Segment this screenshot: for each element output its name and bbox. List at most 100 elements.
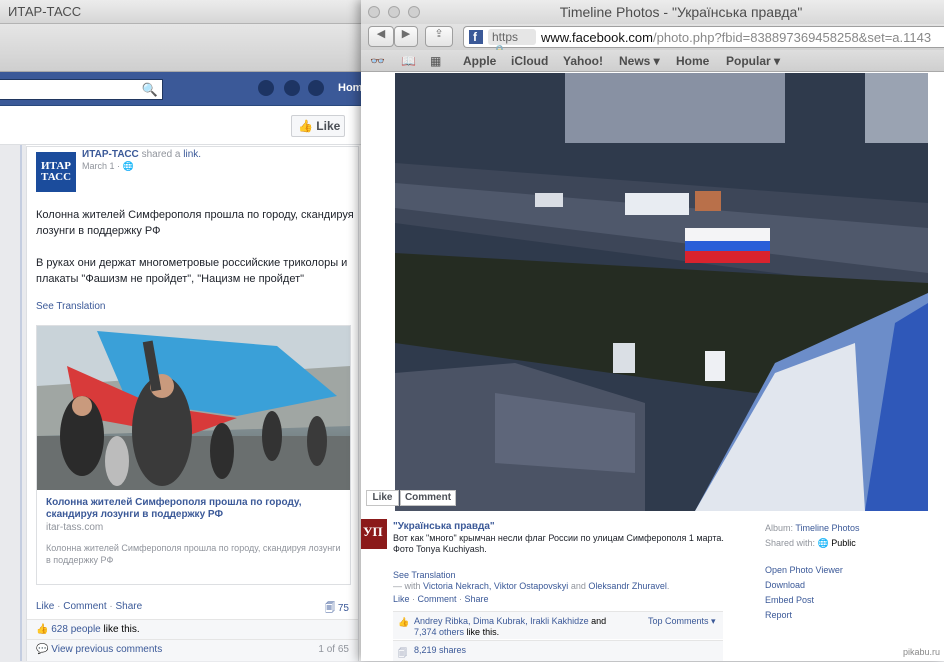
zoom-window-button[interactable] <box>408 6 420 18</box>
reading-list-icon[interactable]: 👓 <box>370 54 385 68</box>
bookmark-news[interactable]: News ▾ <box>619 54 660 68</box>
bookmark-home[interactable]: Home <box>676 54 709 68</box>
photo-comment-button[interactable]: Comment <box>400 490 456 506</box>
photo-share-link[interactable]: Share <box>465 594 489 604</box>
like-link[interactable]: Like <box>36 601 54 612</box>
card-description: Колонна жителей Симферополя прошла по го… <box>46 543 341 565</box>
shared-with-label: Shared with: <box>765 538 816 548</box>
safari-toolbar: ◀ ▶ ⇪ f https 🔒 www.facebook.com/photo.p… <box>361 24 944 58</box>
tagged-viktor-ostapovskyi[interactable]: Viktor Ostapovskyi <box>494 581 568 591</box>
photo-like-button[interactable]: Like <box>366 490 399 506</box>
embed-post-link[interactable]: Embed Post <box>765 593 940 608</box>
post-author-link[interactable]: ИТАР-ТАСС <box>82 149 139 160</box>
front-window-titlebar: Timeline Photos - "Українська правда" <box>361 0 944 24</box>
with-prefix: — with <box>393 581 421 591</box>
tagged-oleksandr-zhuravel[interactable]: Oleksandr Zhuravel <box>588 581 667 591</box>
search-input[interactable]: 🔍 <box>0 79 163 100</box>
photo-comment-link[interactable]: Comment <box>418 594 457 604</box>
like-page-label: Like <box>316 119 341 133</box>
album-link[interactable]: Timeline Photos <box>795 523 859 533</box>
post-likes-row: 👍 628 people like this. <box>27 619 358 639</box>
share-link[interactable]: Share <box>116 601 143 612</box>
photo-likes-box: 👍 Andrey Ribka, Dima Kubrak, Irakli Kakh… <box>393 611 723 639</box>
timeline-header: 👍 Like <box>0 107 362 145</box>
bookmark-icloud[interactable]: iCloud <box>511 54 548 68</box>
shares-count-link[interactable]: 8,219 shares <box>414 645 466 655</box>
likes-count-link[interactable]: 628 people <box>51 624 101 635</box>
shared-text: shared a <box>141 149 181 160</box>
shared-link[interactable]: link. <box>183 149 201 160</box>
likes-suffix: like this. <box>103 624 140 635</box>
timeline-photo[interactable] <box>395 73 928 511</box>
photo-side-info: Album: Timeline Photos Shared with: 🌐 Pu… <box>765 521 940 551</box>
bookmark-yahoo[interactable]: Yahoo! <box>563 54 603 68</box>
top-sites-grid-icon[interactable]: ▦ <box>430 54 441 68</box>
likers-and: and <box>591 616 607 626</box>
view-previous-comments[interactable]: View previous comments <box>51 644 162 655</box>
post-text: Колонна жителей Симферополя прошла по го… <box>36 207 354 287</box>
like-page-button[interactable]: 👍 Like <box>291 115 345 137</box>
bookmarks-book-icon[interactable]: 📖 <box>401 54 416 68</box>
forward-button[interactable]: ▶ <box>394 26 418 47</box>
photo-caption: Вот как "много" крымчан несли флаг Росси… <box>393 533 728 555</box>
facebook-favicon-icon: f <box>469 30 483 44</box>
download-link[interactable]: Download <box>765 578 940 593</box>
post-paragraph-1: Колонна жителей Симферополя прошла по го… <box>36 209 354 237</box>
search-icon[interactable]: 🔍 <box>142 82 158 98</box>
share-count-value: 75 <box>337 603 349 614</box>
photo-like-link[interactable]: Like <box>393 594 410 604</box>
card-title[interactable]: Колонна жителей Симферополя прошла по го… <box>46 497 341 521</box>
friends-icon[interactable] <box>258 80 274 96</box>
liker-irakli-kakhidze[interactable]: Irakli Kakhidze <box>530 616 589 626</box>
photo-see-translation-link[interactable]: See Translation <box>393 570 456 580</box>
watermark: pikabu.ru <box>902 647 940 657</box>
globe-icon[interactable] <box>308 80 324 96</box>
public-globe-icon: 🌐 <box>122 161 134 171</box>
post-date-text[interactable]: March 1 <box>82 161 115 171</box>
caption-line-1: Вот как "много" крымчан несли флаг Росси… <box>393 533 724 543</box>
shared-link-card[interactable]: Колонна жителей Симферополя прошла по го… <box>36 325 351 585</box>
chevron-right-icon: ▶ <box>401 28 411 40</box>
post-header: ИТАР-ТАСС shared a link. <box>82 149 201 160</box>
card-domain: itar-tass.com <box>46 522 104 533</box>
post-paragraph-2: В руках они держат многометровые российс… <box>36 257 348 285</box>
photo-options: Open Photo Viewer Download Embed Post Re… <box>765 563 940 623</box>
share-button[interactable]: ⇪ <box>425 26 453 47</box>
thumbs-up-icon: 👍 <box>36 624 49 635</box>
album-label: Album: <box>765 523 794 533</box>
comment-bubble-icon: 💬 <box>36 644 49 655</box>
bookmarks-bar: 👓 📖 ▦ Apple iCloud Yahoo! News ▾ Home Po… <box>361 50 944 72</box>
thumbs-up-icon: 👍 <box>398 617 410 627</box>
photo-author-link[interactable]: "Українська правда" <box>393 521 495 532</box>
caption-line-2: Фото Tonya Kuchiyash. <box>393 544 487 554</box>
top-comments-dropdown[interactable]: Top Comments ▾ <box>648 616 716 627</box>
timeline-line <box>20 145 22 661</box>
share-count[interactable]: 🗐 75 <box>325 601 349 618</box>
liker-andrey-ribka[interactable]: Andrey Ribka, <box>414 616 471 626</box>
comment-link[interactable]: Comment <box>63 601 106 612</box>
share-arrow-icon: ⇪ <box>434 28 444 40</box>
march-photo[interactable] <box>37 326 350 490</box>
see-translation-link[interactable]: See Translation <box>36 301 106 312</box>
open-photo-viewer-link[interactable]: Open Photo Viewer <box>765 563 940 578</box>
messages-icon[interactable] <box>284 80 300 96</box>
ukrainska-pravda-avatar[interactable]: УП <box>361 519 387 549</box>
likers-others-link[interactable]: 7,374 others <box>414 627 464 637</box>
itar-tass-avatar[interactable]: ИТАР ТАСС <box>36 152 76 192</box>
https-badge: https 🔒 <box>488 29 536 58</box>
tagged-people: — with Victoria Nekrach, Viktor Ostapovs… <box>393 581 670 591</box>
url-path: /photo.php?fbid=838897369458258&set=a.11… <box>653 30 932 45</box>
aerial-photo-svg <box>395 73 928 511</box>
bookmark-popular[interactable]: Popular ▾ <box>726 54 780 68</box>
post-date: March 1 · 🌐 <box>82 161 134 171</box>
likers-suffix: like this. <box>466 627 500 637</box>
tagged-victoria-nekrach[interactable]: Victoria Nekrach, <box>423 581 491 591</box>
address-bar[interactable]: f https 🔒 www.facebook.com/photo.php?fbi… <box>463 26 944 58</box>
liker-dima-kubrak[interactable]: Dima Kubrak, <box>473 616 528 626</box>
report-link[interactable]: Report <box>765 608 940 623</box>
close-window-button[interactable] <box>368 6 380 18</box>
back-button[interactable]: ◀ <box>368 26 394 47</box>
bookmark-apple[interactable]: Apple <box>463 54 496 68</box>
minimize-window-button[interactable] <box>388 6 400 18</box>
photo-actions: Like · Comment · Share <box>393 594 489 604</box>
